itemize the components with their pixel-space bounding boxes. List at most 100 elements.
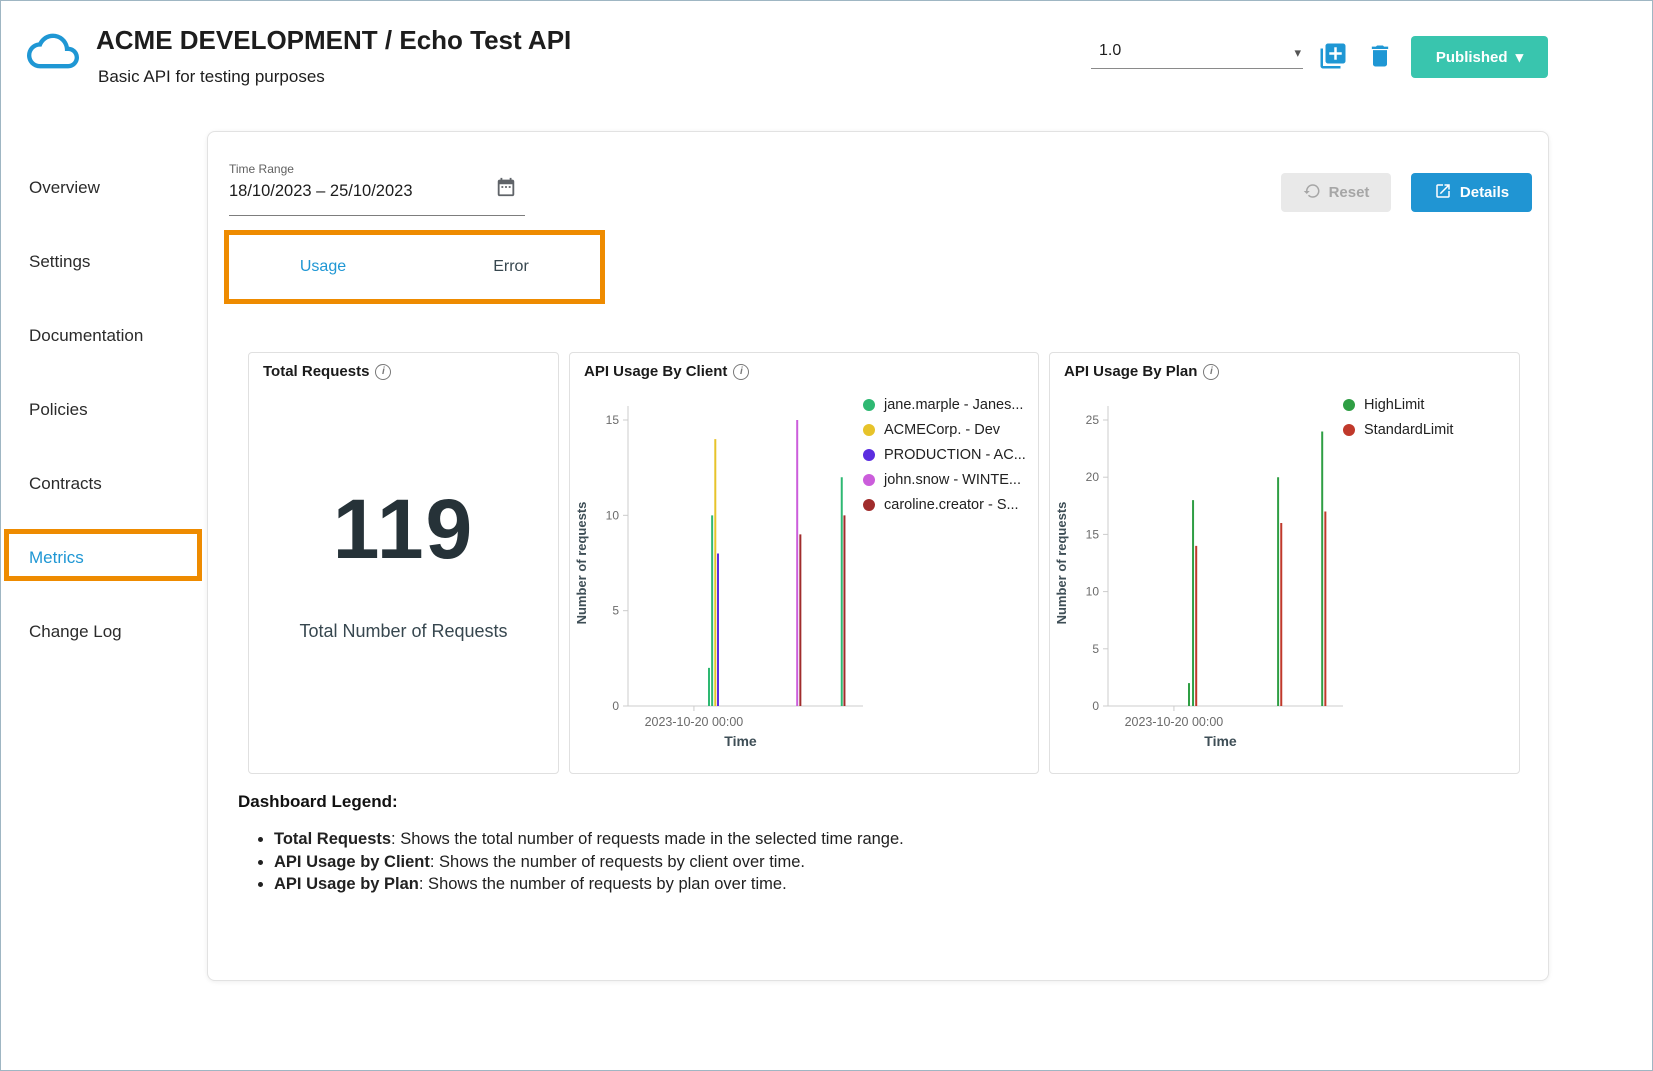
total-requests-caption: Total Number of Requests (249, 621, 558, 642)
app-header: ACME DEVELOPMENT / Echo Test API Basic A… (1, 1, 1652, 119)
sidebar-item-metrics[interactable]: Metrics (29, 543, 84, 573)
svg-text:20: 20 (1086, 470, 1100, 484)
active-tab-underline (229, 299, 415, 301)
version-select[interactable]: 1.0 ▾ (1091, 37, 1303, 69)
dashboard-legend: Dashboard Legend: Total Requests: Shows … (238, 792, 904, 896)
published-status-button[interactable]: Published ▾ (1411, 36, 1548, 78)
svg-text:15: 15 (1086, 527, 1100, 541)
card-title: API Usage By Plan (1064, 363, 1197, 380)
tab-usage[interactable]: Usage (229, 235, 417, 300)
legend-term: Total Requests (274, 830, 391, 848)
total-requests-value: 119 (249, 481, 558, 578)
trash-icon (1366, 58, 1394, 73)
legend-color-dot (1343, 424, 1355, 436)
legend-term: API Usage by Plan (274, 875, 419, 893)
chart-legend-item[interactable]: jane.marple - Janes... (863, 397, 1026, 413)
legend-color-dot (863, 449, 875, 461)
metrics-panel: Time Range 18/10/2023 – 25/10/2023 Reset… (207, 131, 1549, 981)
legend-color-dot (1343, 399, 1355, 411)
info-icon[interactable]: i (733, 364, 749, 380)
chart-canvas: 0 5 10 15 20 25 2023-10-20 00:00 Time Number of … (1050, 388, 1519, 763)
api-metrics-screen: ACME DEVELOPMENT / Echo Test API Basic A… (0, 0, 1653, 1071)
usage-by-plan-card: API Usage By Plan i 0 5 10 15 20 25 2023-10-20… (1049, 352, 1520, 774)
legend-desc: : Shows the number of requests by client… (430, 853, 805, 871)
published-label: Published (1436, 49, 1508, 66)
chart-legend-item[interactable]: john.snow - WINTE... (863, 472, 1026, 488)
card-title: Total Requests (263, 363, 369, 380)
sidebar-nav: Overview Settings Documentation Policies… (1, 131, 207, 991)
usage-by-client-card: API Usage By Client i 0 5 10 15 2023-10-20 0… (569, 352, 1039, 774)
delete-api-button[interactable] (1365, 42, 1395, 72)
sidebar-item-overview[interactable]: Overview (29, 173, 100, 203)
svg-text:Number of requests: Number of requests (574, 502, 589, 625)
legend-desc: : Shows the total number of requests mad… (391, 830, 904, 848)
legend-series-label: john.snow - WINTE... (884, 472, 1021, 488)
svg-text:0: 0 (1092, 699, 1099, 713)
legend-color-dot (863, 424, 875, 436)
legend-bullet: API Usage by Plan: Shows the number of r… (274, 873, 904, 896)
calendar-icon[interactable] (495, 176, 517, 198)
legend-color-dot (863, 474, 875, 486)
details-label: Details (1460, 184, 1509, 201)
duplicate-api-button[interactable] (1317, 41, 1349, 73)
svg-text:Number of requests: Number of requests (1054, 502, 1069, 625)
metrics-tab-strip: Usage Error (229, 235, 605, 301)
svg-text:5: 5 (1092, 642, 1099, 656)
usage-by-client-legend: jane.marple - Janes... ACMECorp. - Dev PRO… (863, 397, 1026, 513)
tab-error[interactable]: Error (417, 235, 605, 300)
svg-text:0: 0 (612, 699, 619, 713)
dashboard-legend-title: Dashboard Legend: (238, 792, 904, 812)
card-title-row: API Usage By Plan i (1064, 363, 1219, 380)
legend-series-label: HighLimit (1364, 397, 1424, 413)
cloud-logo-icon (27, 25, 79, 77)
legend-color-dot (863, 499, 875, 511)
card-title-row: API Usage By Client i (584, 363, 749, 380)
reset-button[interactable]: Reset (1281, 173, 1391, 212)
legend-desc: : Shows the number of requests by plan o… (419, 875, 787, 893)
svg-text:15: 15 (606, 413, 620, 427)
legend-series-label: jane.marple - Janes... (884, 397, 1023, 413)
page-subtitle: Basic API for testing purposes (98, 67, 325, 87)
chart-legend-item[interactable]: caroline.creator - S... (863, 497, 1026, 513)
chart-legend-item[interactable]: HighLimit (1343, 397, 1453, 413)
reset-icon (1303, 182, 1321, 204)
dashboard-legend-list: Total Requests: Shows the total number o… (238, 828, 904, 896)
usage-by-plan-chart: 0 5 10 15 20 25 2023-10-20 00:00 Time Number of … (1050, 388, 1519, 763)
sidebar-item-change-log[interactable]: Change Log (29, 617, 122, 647)
legend-term: API Usage by Client (274, 853, 430, 871)
sidebar-item-documentation[interactable]: Documentation (29, 321, 143, 351)
sidebar-item-policies[interactable]: Policies (29, 395, 88, 425)
svg-text:Time: Time (1204, 733, 1237, 749)
info-icon[interactable]: i (1203, 364, 1219, 380)
chart-legend-item[interactable]: ACMECorp. - Dev (863, 422, 1026, 438)
card-title: API Usage By Client (584, 363, 727, 380)
svg-text:10: 10 (1086, 585, 1100, 599)
legend-series-label: StandardLimit (1364, 422, 1453, 438)
svg-text:5: 5 (612, 604, 619, 618)
chart-legend-item[interactable]: StandardLimit (1343, 422, 1453, 438)
svg-text:2023-10-20 00:00: 2023-10-20 00:00 (1125, 715, 1224, 729)
legend-series-label: ACMECorp. - Dev (884, 422, 1000, 438)
time-range-value: 18/10/2023 – 25/10/2023 (229, 182, 413, 201)
svg-text:25: 25 (1086, 413, 1100, 427)
time-range-field[interactable]: Time Range 18/10/2023 – 25/10/2023 (229, 160, 525, 216)
legend-series-label: PRODUCTION - AC... (884, 447, 1026, 463)
total-requests-card: Total Requests i 119 Total Number of Req… (248, 352, 559, 774)
legend-bullet: API Usage by Client: Shows the number of… (274, 851, 904, 874)
version-select-value: 1.0 (1099, 42, 1121, 60)
details-button[interactable]: Details (1411, 173, 1532, 212)
svg-text:2023-10-20 00:00: 2023-10-20 00:00 (645, 715, 744, 729)
open-in-new-icon (1434, 182, 1452, 204)
svg-text:10: 10 (606, 508, 620, 522)
sidebar-item-contracts[interactable]: Contracts (29, 469, 102, 499)
time-range-label: Time Range (229, 162, 294, 176)
legend-color-dot (863, 399, 875, 411)
chevron-down-icon: ▾ (1294, 45, 1301, 61)
sidebar-item-settings[interactable]: Settings (29, 247, 90, 277)
usage-by-plan-legend: HighLimit StandardLimit (1343, 397, 1453, 438)
info-icon[interactable]: i (375, 364, 391, 380)
chart-legend-item[interactable]: PRODUCTION - AC... (863, 447, 1026, 463)
page-title: ACME DEVELOPMENT / Echo Test API (96, 25, 571, 56)
svg-text:Time: Time (724, 733, 757, 749)
reset-label: Reset (1329, 184, 1370, 201)
